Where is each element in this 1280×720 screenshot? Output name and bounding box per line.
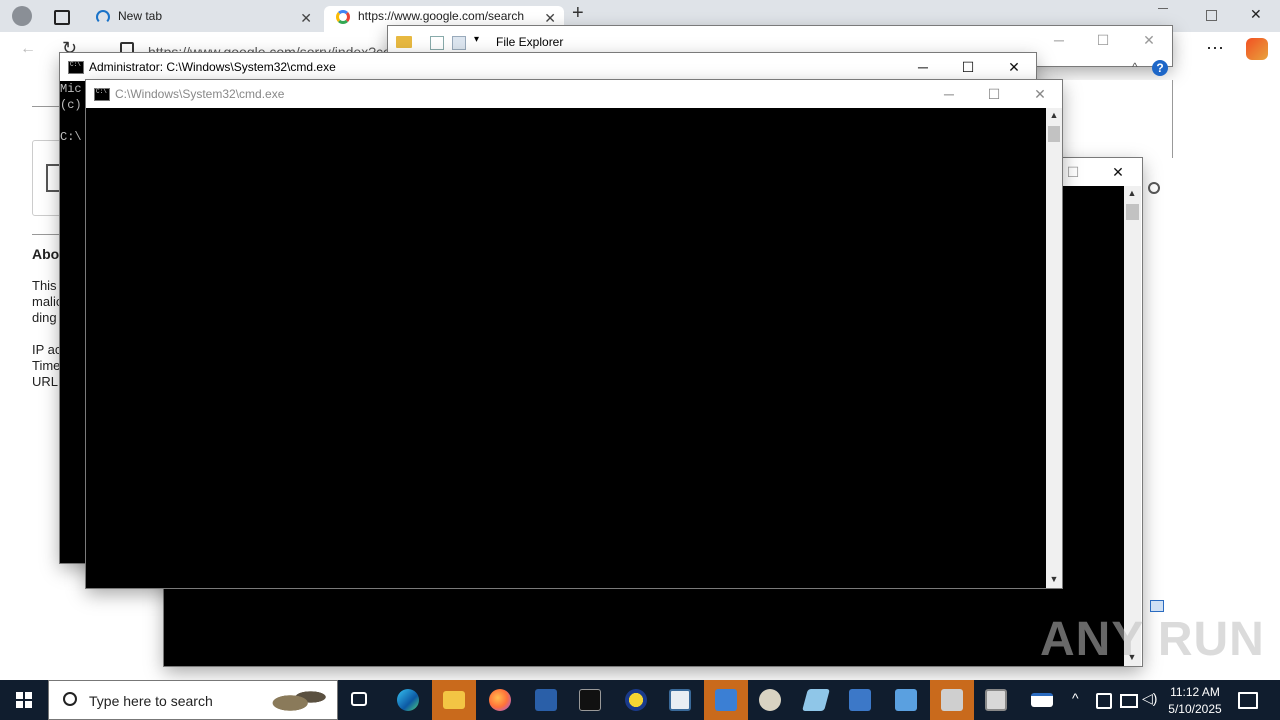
minimize-button[interactable]: ─ bbox=[926, 80, 972, 108]
browser-minimize-icon[interactable] bbox=[1158, 8, 1168, 9]
file-explorer-icon[interactable] bbox=[432, 680, 476, 720]
paint-icon[interactable] bbox=[748, 680, 792, 720]
maximize-button[interactable]: ☐ bbox=[1080, 26, 1126, 54]
file-explorer-body bbox=[1062, 80, 1173, 158]
scrollbar[interactable]: ▲ ▼ bbox=[1046, 108, 1062, 588]
firefox-icon[interactable] bbox=[478, 680, 522, 720]
titlebar[interactable]: Administrator: C:\Windows\System32\cmd.e… bbox=[60, 53, 1036, 81]
scroll-down-icon[interactable]: ▼ bbox=[1047, 574, 1061, 584]
task-view-icon[interactable] bbox=[338, 680, 382, 720]
start-button[interactable] bbox=[0, 680, 48, 720]
close-button[interactable]: ✕ bbox=[1126, 26, 1172, 54]
profile-icon[interactable] bbox=[12, 6, 32, 26]
tool-icon[interactable] bbox=[614, 680, 658, 720]
close-button[interactable]: ✕ bbox=[1095, 158, 1141, 186]
watermark-logo: ANY RUN bbox=[1040, 613, 1265, 666]
maximize-button[interactable]: ☐ bbox=[971, 80, 1017, 108]
search-icon[interactable] bbox=[1148, 182, 1160, 194]
close-button[interactable]: ✕ bbox=[1017, 80, 1063, 108]
copilot-icon[interactable] bbox=[1246, 38, 1268, 60]
device-icon[interactable] bbox=[1096, 693, 1112, 709]
clock-time: 11:12 AM bbox=[1170, 685, 1220, 699]
cmd-window-front: C:\Windows\System32\cmd.exe ─ ☐ ✕ ▲ ▼ bbox=[86, 80, 1062, 588]
taskbar-search-box[interactable]: Type here to search bbox=[48, 680, 338, 720]
window-title: C:\Windows\System32\cmd.exe bbox=[115, 87, 285, 101]
cmd-icon[interactable] bbox=[568, 680, 612, 720]
file-explorer-title: File Explorer bbox=[496, 35, 564, 49]
network-icon[interactable] bbox=[1120, 694, 1138, 708]
tray-overflow-icon[interactable]: ^ bbox=[1072, 690, 1079, 706]
app-window-icon[interactable] bbox=[658, 680, 702, 720]
tab-new-tab[interactable]: New tab ✕ bbox=[84, 6, 320, 32]
close-button[interactable]: ✕ bbox=[991, 53, 1037, 81]
cmd-icon bbox=[94, 88, 110, 101]
page-text: malic bbox=[32, 294, 63, 309]
more-menu-icon[interactable]: ⋯ bbox=[1206, 38, 1224, 59]
volume-icon[interactable]: ◁) bbox=[1142, 690, 1157, 707]
close-icon[interactable]: ✕ bbox=[544, 8, 556, 28]
printer-icon[interactable] bbox=[930, 680, 974, 720]
edge-icon[interactable] bbox=[386, 680, 430, 720]
google-icon bbox=[336, 10, 350, 24]
properties-icon[interactable] bbox=[430, 36, 444, 50]
page-text: This bbox=[32, 278, 57, 293]
page-text: Time bbox=[32, 358, 61, 373]
network-app-icon[interactable] bbox=[704, 680, 748, 720]
search-placeholder: Type here to search bbox=[89, 693, 213, 709]
minimize-button[interactable]: ─ bbox=[900, 53, 946, 81]
browser-restore-icon[interactable] bbox=[1206, 10, 1217, 21]
scroll-up-icon[interactable]: ▲ bbox=[1047, 110, 1061, 120]
back-icon[interactable]: ← bbox=[20, 40, 36, 58]
maximize-button[interactable]: ☐ bbox=[945, 53, 991, 81]
new-folder-icon[interactable] bbox=[452, 36, 466, 50]
control-panel-icon[interactable] bbox=[884, 680, 928, 720]
scroll-thumb[interactable] bbox=[1126, 204, 1139, 220]
quick-access-dropdown-icon[interactable]: ▾ bbox=[474, 34, 479, 45]
notepad-icon[interactable] bbox=[794, 680, 838, 720]
close-icon[interactable]: ✕ bbox=[300, 8, 312, 28]
window-title: Administrator: C:\Windows\System32\cmd.e… bbox=[89, 60, 336, 74]
minimize-button[interactable]: ─ bbox=[1036, 26, 1082, 54]
browser-close-icon[interactable]: ✕ bbox=[1250, 6, 1262, 23]
search-highlight-icon bbox=[263, 685, 331, 715]
clock-date: 5/10/2025 bbox=[1168, 702, 1222, 716]
details-view-icon[interactable] bbox=[1150, 600, 1164, 612]
ribbon-collapse-icon[interactable]: ^ bbox=[1132, 60, 1138, 74]
cmd-icon bbox=[68, 61, 84, 74]
tray-app-icon[interactable] bbox=[1020, 680, 1064, 720]
powershell-icon[interactable] bbox=[524, 680, 568, 720]
scroll-thumb[interactable] bbox=[1048, 126, 1060, 142]
sidebar-toggle-icon[interactable] bbox=[54, 10, 70, 25]
computer-icon[interactable] bbox=[838, 680, 882, 720]
clock[interactable]: 11:12 AM 5/10/2025 bbox=[1160, 684, 1230, 718]
tab-label: https://www.google.com/search bbox=[358, 9, 525, 23]
tab-label: New tab bbox=[118, 9, 163, 23]
page-text: IP ac bbox=[32, 342, 62, 357]
new-tab-button[interactable]: + bbox=[572, 2, 584, 25]
notification-icon[interactable] bbox=[1238, 692, 1258, 709]
console-area[interactable] bbox=[86, 108, 1046, 588]
scrollbar[interactable]: ▲ ▼ bbox=[1124, 186, 1141, 666]
search-icon bbox=[63, 692, 77, 706]
page-text: ding bbox=[32, 310, 57, 325]
scroll-up-icon[interactable]: ▲ bbox=[1125, 188, 1139, 198]
edge-tab-icon bbox=[96, 10, 110, 24]
archive-icon[interactable] bbox=[974, 680, 1018, 720]
windows-logo-icon bbox=[16, 692, 32, 708]
help-icon[interactable]: ? bbox=[1152, 60, 1168, 76]
page-text: URL: bbox=[32, 374, 62, 389]
titlebar[interactable]: C:\Windows\System32\cmd.exe ─ ☐ ✕ bbox=[86, 80, 1062, 108]
folder-icon bbox=[396, 36, 412, 48]
